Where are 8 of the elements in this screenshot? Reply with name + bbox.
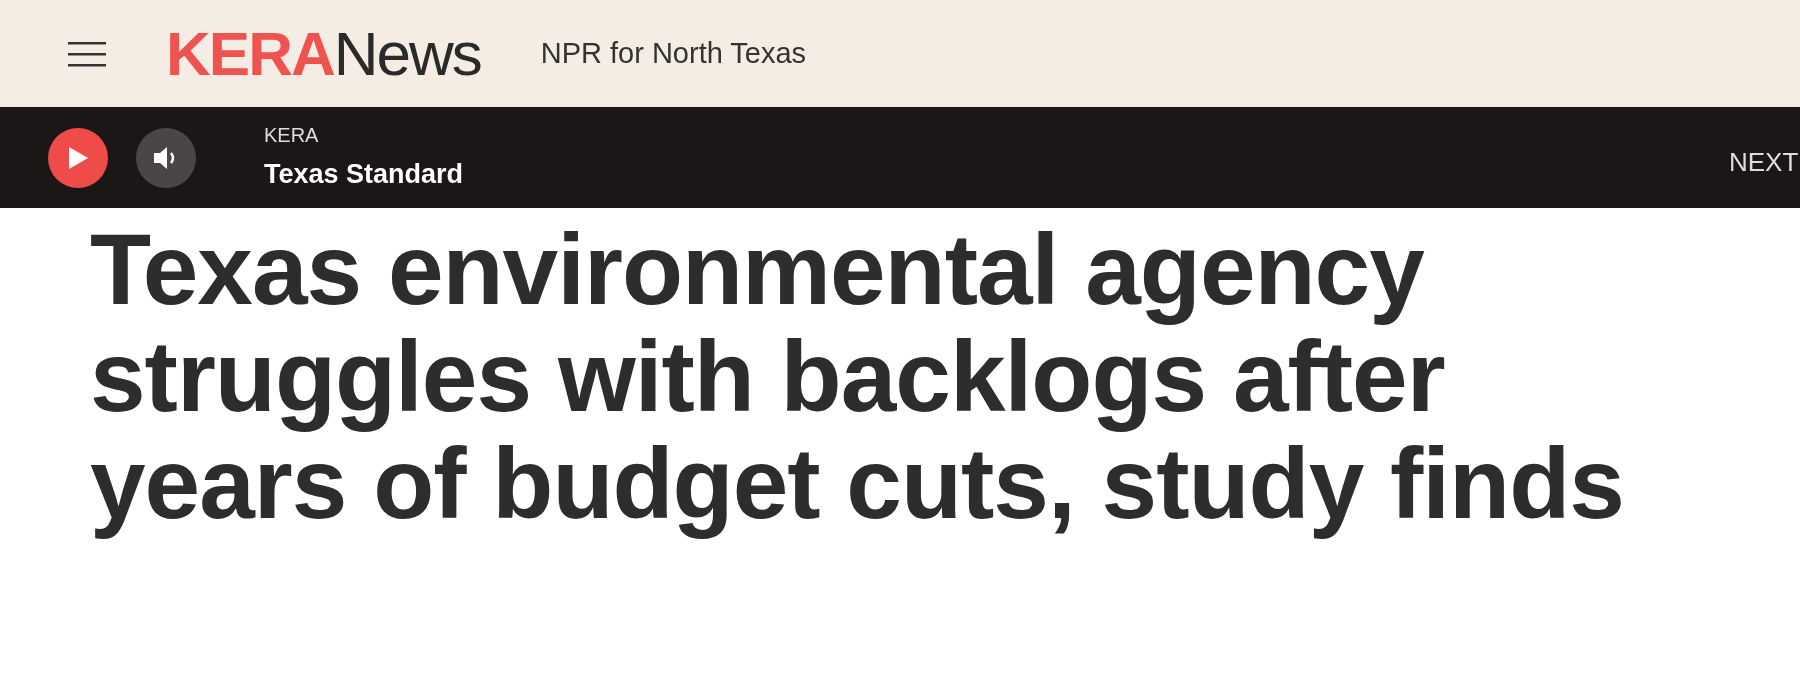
menu-icon[interactable]	[68, 40, 106, 67]
play-icon	[67, 145, 89, 170]
tagline: NPR for North Texas	[540, 35, 807, 71]
headline: Texas environmental agency struggles with backlogs after years of budget cuts, study finds	[90, 216, 1625, 537]
program-name: Texas Standard	[264, 158, 464, 192]
logo[interactable]: KERANews	[166, 22, 481, 85]
next-label[interactable]: NEXT	[1729, 143, 1799, 182]
station-name: KERA	[264, 123, 320, 149]
